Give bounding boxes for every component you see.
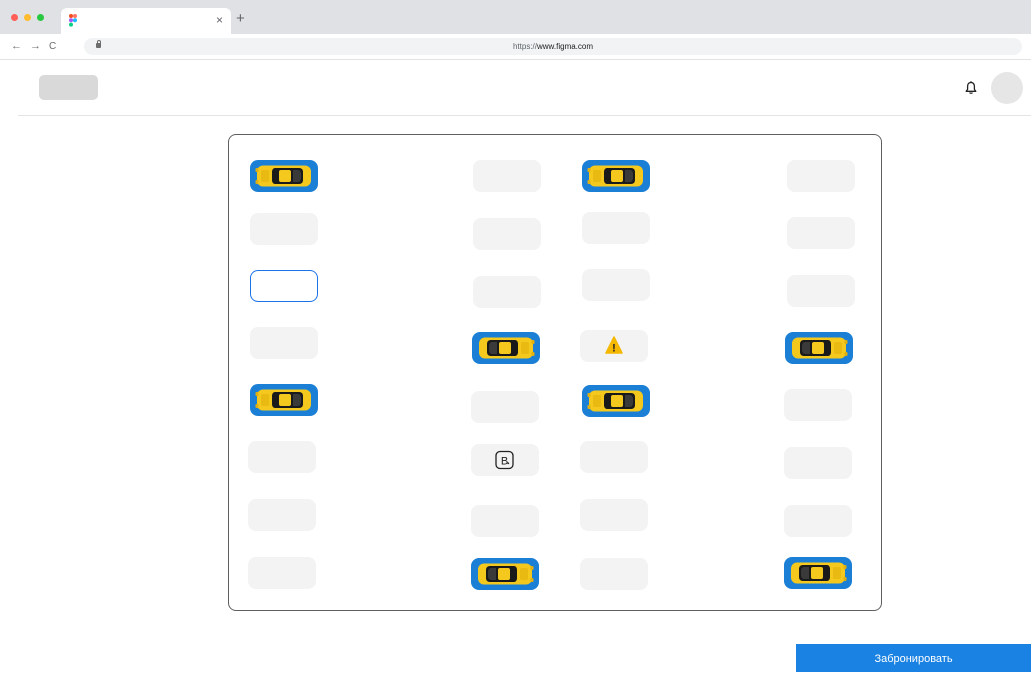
- parking-spot-free[interactable]: [580, 441, 648, 473]
- forward-icon[interactable]: →: [30, 39, 41, 53]
- parking-spot-free[interactable]: [473, 160, 541, 192]
- url-text: https://www.figma.com: [512, 42, 594, 51]
- maximize-window-icon[interactable]: [37, 14, 44, 21]
- parking-spot-free[interactable]: [473, 218, 541, 250]
- car-icon: [587, 390, 643, 412]
- booked-b-icon: B: [495, 450, 514, 470]
- parking-spot-free[interactable]: [473, 276, 541, 308]
- car-icon: [478, 563, 534, 585]
- close-tab-icon[interactable]: ×: [216, 13, 223, 27]
- avatar[interactable]: [991, 72, 1023, 104]
- parking-spot-free[interactable]: [787, 160, 855, 192]
- browser-address-bar: ← → C https://www.figma.com: [0, 34, 1031, 60]
- reload-icon[interactable]: C: [49, 40, 56, 54]
- car-icon: [587, 165, 643, 187]
- car-icon: [255, 165, 311, 187]
- parking-spot-free[interactable]: [582, 212, 650, 244]
- svg-text:B: B: [501, 456, 508, 468]
- warning-icon: !: [605, 336, 623, 355]
- parking-spot-occupied: [472, 332, 540, 364]
- back-icon[interactable]: ←: [11, 39, 22, 53]
- parking-spot-free[interactable]: [248, 441, 316, 473]
- parking-spot-free[interactable]: [784, 505, 852, 537]
- parking-spot-free[interactable]: [471, 505, 539, 537]
- minimize-window-icon[interactable]: [24, 14, 31, 21]
- car-icon: [479, 337, 535, 359]
- figma-favicon-icon: [69, 14, 77, 27]
- car-icon: [792, 337, 848, 359]
- parking-spot-free[interactable]: [580, 558, 648, 590]
- book-button[interactable]: Забронировать: [796, 644, 1031, 672]
- svg-text:!: !: [612, 343, 616, 355]
- parking-spot-free[interactable]: [784, 389, 852, 421]
- bell-icon[interactable]: [963, 80, 979, 96]
- parking-lot-map: B !: [228, 134, 882, 611]
- new-tab-icon[interactable]: +: [236, 11, 245, 26]
- car-icon: [255, 389, 311, 411]
- browser-tab[interactable]: ×: [61, 8, 231, 34]
- parking-spot-selected[interactable]: [250, 270, 318, 302]
- parking-spot-free[interactable]: [784, 447, 852, 479]
- logo-placeholder[interactable]: [39, 75, 98, 100]
- parking-spot-occupied: [785, 332, 853, 364]
- car-icon: [791, 562, 847, 584]
- parking-spot-free[interactable]: [787, 275, 855, 307]
- parking-spot-free[interactable]: [580, 499, 648, 531]
- parking-spot-warning[interactable]: !: [580, 330, 648, 362]
- app-header: [18, 60, 1031, 116]
- parking-spot-free[interactable]: [250, 327, 318, 359]
- parking-spot-occupied: [582, 385, 650, 417]
- parking-spot-occupied: [582, 160, 650, 192]
- close-window-icon[interactable]: [11, 14, 18, 21]
- parking-spot-free[interactable]: [248, 557, 316, 589]
- parking-spot-booked[interactable]: B: [471, 444, 539, 476]
- parking-spot-occupied: [471, 558, 539, 590]
- parking-spot-free[interactable]: [250, 213, 318, 245]
- parking-spot-free[interactable]: [471, 391, 539, 423]
- url-bar[interactable]: https://www.figma.com: [84, 38, 1022, 55]
- parking-spot-free[interactable]: [582, 269, 650, 301]
- browser-tab-bar: × +: [0, 0, 1031, 34]
- parking-spot-occupied: [784, 557, 852, 589]
- parking-spot-free[interactable]: [248, 499, 316, 531]
- parking-spot-occupied: [250, 160, 318, 192]
- parking-spot-occupied: [250, 384, 318, 416]
- parking-spot-free[interactable]: [787, 217, 855, 249]
